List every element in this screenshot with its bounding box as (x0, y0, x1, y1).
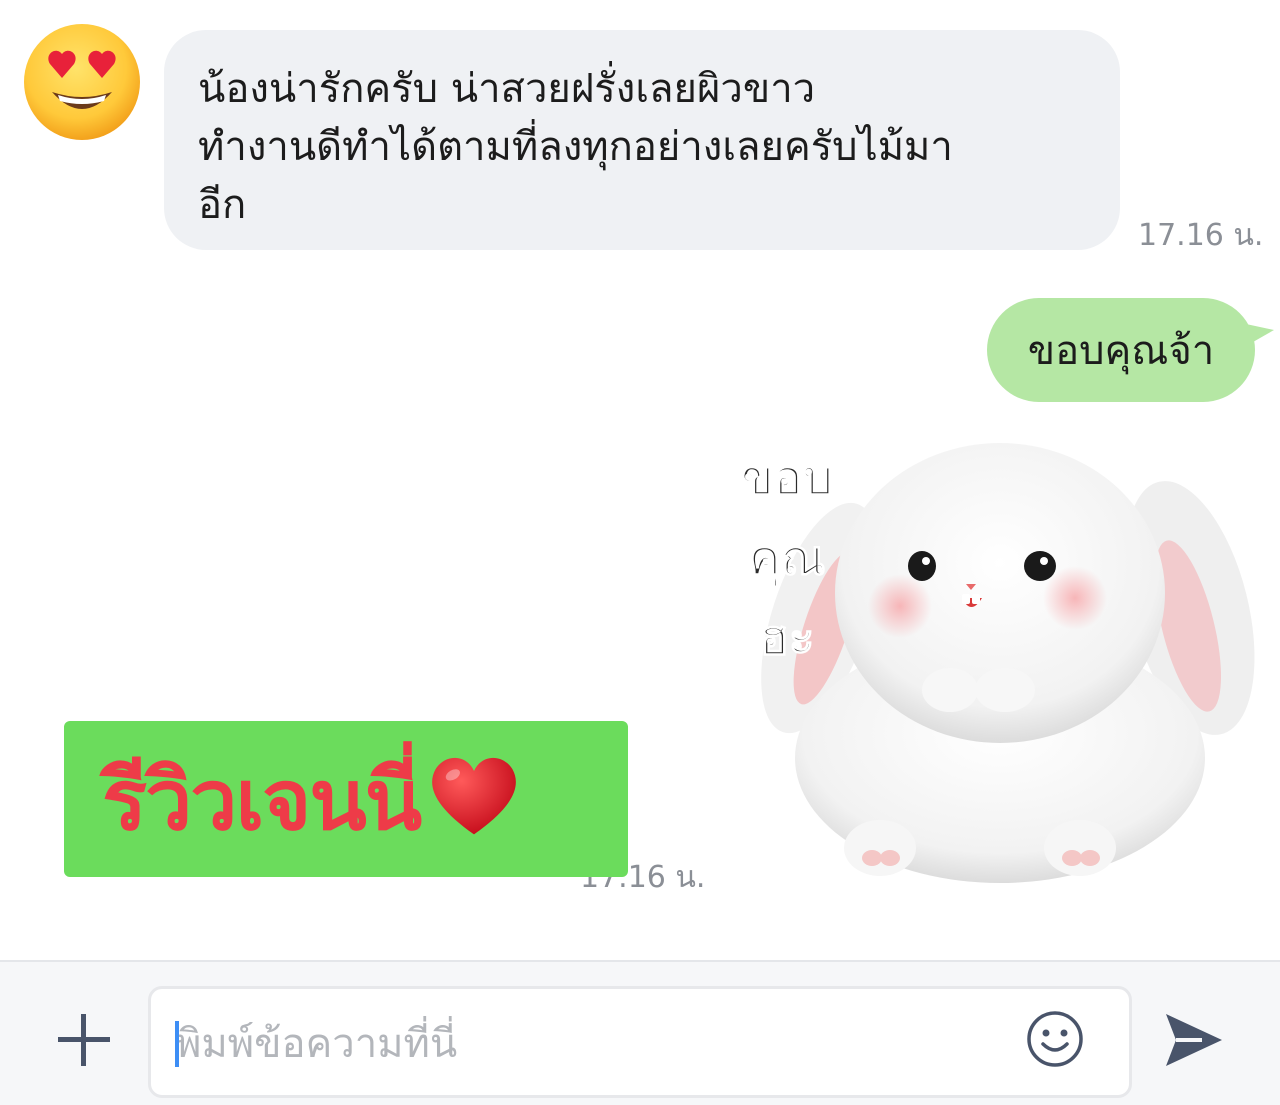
outgoing-message-bubble[interactable]: ขอบคุณจ้า (987, 298, 1255, 402)
sticker-caption: ขอบ คุณ ฮะ (740, 450, 834, 667)
smiley-icon[interactable] (1026, 1010, 1084, 1068)
outgoing-message-text: ขอบคุณจ้า (1027, 328, 1215, 374)
chat-screen: น้องน่ารักครับ น่าสวยฝรั่งเลยผิวขาว ทำงา… (0, 0, 1280, 1105)
send-icon[interactable] (1162, 1010, 1226, 1070)
incoming-message-text: น้องน่ารักครับ น่าสวยฝรั่งเลยผิวขาว ทำงา… (198, 66, 953, 228)
message-input-container[interactable] (148, 986, 1132, 1098)
review-banner: รีวิวเจนนี่ (64, 721, 628, 877)
incoming-message-time: 17.16 น. (1138, 218, 1264, 253)
review-label: รีวิวเจนนี่ (102, 751, 422, 849)
bubble-tail (1246, 324, 1274, 346)
heart-eyes-emoji-icon[interactable] (22, 22, 142, 142)
message-input[interactable] (173, 1013, 1017, 1075)
incoming-message-bubble[interactable]: น้องน่ารักครับ น่าสวยฝรั่งเลยผิวขาว ทำงา… (164, 30, 1120, 250)
plus-icon[interactable] (54, 1010, 114, 1070)
text-caret (175, 1021, 179, 1067)
red-heart-icon (432, 757, 517, 835)
